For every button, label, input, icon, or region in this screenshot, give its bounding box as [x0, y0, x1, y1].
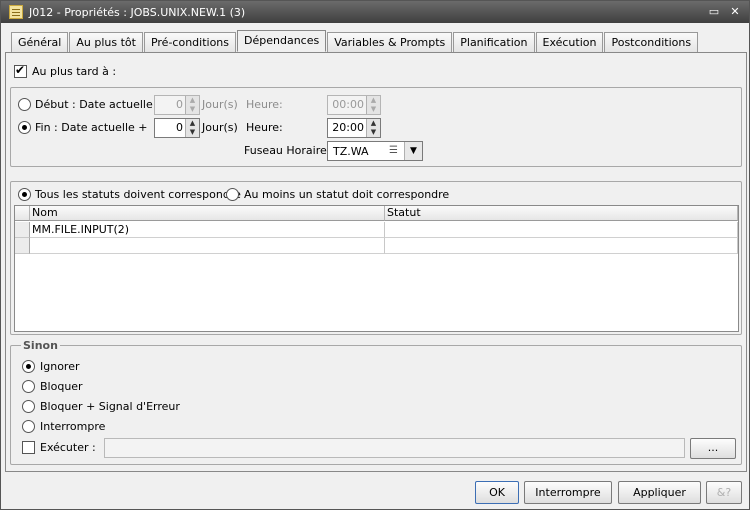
start-time-spinner[interactable]: 00:00 ▲ ▼	[327, 95, 381, 115]
tab-earliest[interactable]: Au plus tôt	[69, 32, 143, 52]
ignore-radio[interactable]	[22, 360, 35, 373]
apply-button[interactable]: Appliquer	[618, 481, 701, 504]
end-days-unit: Jour(s)	[202, 121, 238, 134]
timezone-value: TZ.WA	[333, 145, 369, 158]
block-signal-label: Bloquer + Signal d'Erreur	[40, 400, 180, 413]
any-status-label: Au moins un statut doit correspondre	[244, 188, 450, 201]
cancel-button[interactable]: Interrompre	[524, 481, 612, 504]
any-status-radio[interactable]	[226, 188, 239, 201]
end-days-spinner[interactable]: 0 ▲ ▼	[154, 118, 200, 138]
start-days-unit: Jour(s)	[202, 98, 238, 111]
end-radio[interactable]	[18, 121, 31, 134]
title-bar[interactable]: J012 - Propriétés : JOBS.UNIX.NEW.1 (3) …	[1, 1, 749, 23]
row-header[interactable]	[15, 222, 30, 238]
properties-dialog: J012 - Propriétés : JOBS.UNIX.NEW.1 (3) …	[0, 0, 750, 510]
spin-up-icon[interactable]: ▲	[186, 96, 199, 105]
start-time-label: Heure:	[246, 98, 283, 111]
tab-execution[interactable]: Exécution	[535, 32, 604, 52]
table-cell-status[interactable]	[385, 238, 738, 254]
end-time-spinner[interactable]: 20:00 ▲ ▼	[327, 118, 381, 138]
spin-down-icon[interactable]: ▼	[367, 128, 380, 137]
ok-button[interactable]: OK	[475, 481, 519, 504]
else-title: Sinon	[21, 339, 60, 352]
table-cell-name[interactable]: MM.FILE.INPUT(2)	[30, 222, 385, 238]
latest-label: Au plus tard à :	[32, 65, 117, 78]
end-days-value: 0	[176, 121, 183, 134]
help-icon: &?	[716, 486, 732, 499]
tab-scheduling[interactable]: Planification	[453, 32, 535, 52]
all-status-label: Tous les statuts doivent correspondre	[35, 188, 241, 201]
ignore-label: Ignorer	[40, 360, 80, 373]
block-signal-radio[interactable]	[22, 400, 35, 413]
table-cell-status[interactable]	[385, 222, 738, 238]
properties-icon	[9, 5, 23, 19]
execute-label: Exécuter :	[40, 441, 96, 454]
help-button[interactable]: &?	[706, 481, 742, 504]
start-days-spinner[interactable]: 0 ▲ ▼	[154, 95, 200, 115]
tab-general[interactable]: Général	[11, 32, 69, 52]
window-title: J012 - Propriétés : JOBS.UNIX.NEW.1 (3)	[29, 5, 246, 19]
timezone-label: Fuseau Horaire :	[244, 144, 334, 157]
table-cell-name[interactable]	[30, 238, 385, 254]
tab-bar: Général Au plus tôt Pré-conditions Dépen…	[11, 30, 699, 52]
abort-radio[interactable]	[22, 420, 35, 433]
end-time-label: Heure:	[246, 121, 283, 134]
chevron-down-icon[interactable]: ▼	[404, 142, 422, 160]
close-icon[interactable]: ✕	[728, 5, 742, 19]
list-icon[interactable]: ☰	[389, 145, 400, 156]
start-days-value: 0	[176, 98, 183, 111]
browse-button[interactable]: ...	[690, 438, 736, 459]
latest-checkbox[interactable]	[14, 63, 27, 78]
abort-label: Interrompre	[40, 420, 106, 433]
tab-postconditions[interactable]: Postconditions	[604, 32, 699, 52]
spin-up-icon[interactable]: ▲	[186, 119, 199, 128]
table-corner	[15, 206, 30, 221]
block-radio[interactable]	[22, 380, 35, 393]
tab-variables-prompts[interactable]: Variables & Prompts	[327, 32, 453, 52]
spin-up-icon[interactable]: ▲	[367, 119, 380, 128]
start-radio[interactable]	[18, 98, 31, 111]
else-group: Sinon Ignorer Bloquer Bloquer + Signal d…	[10, 339, 742, 465]
block-label: Bloquer	[40, 380, 83, 393]
all-status-radio[interactable]	[18, 188, 31, 201]
spin-up-icon[interactable]: ▲	[367, 96, 380, 105]
end-label: Fin : Date actuelle +	[35, 121, 148, 134]
latest-group: Début : Date actuelle + 0 ▲ ▼ Jour(s) Heu…	[10, 87, 742, 167]
tab-dependencies[interactable]: Dépendances	[237, 30, 327, 52]
column-status[interactable]: Statut	[385, 206, 738, 221]
dependencies-table[interactable]: Nom Statut MM.FILE.INPUT(2)	[14, 205, 739, 332]
execute-checkbox[interactable]	[22, 441, 35, 454]
start-time-value: 00:00	[332, 98, 364, 111]
column-name[interactable]: Nom	[30, 206, 385, 221]
restore-icon[interactable]: ▭	[707, 5, 721, 19]
timezone-select[interactable]: TZ.WA ☰ ▼	[327, 141, 423, 161]
dependencies-panel: Au plus tard à : Début : Date actuelle +…	[5, 52, 747, 472]
status-match-group: Tous les statuts doivent correspondre Au…	[10, 181, 742, 335]
tab-preconditions[interactable]: Pré-conditions	[143, 32, 237, 52]
end-time-value: 20:00	[332, 121, 364, 134]
spin-down-icon[interactable]: ▼	[186, 128, 199, 137]
spin-down-icon[interactable]: ▼	[186, 105, 199, 114]
execute-field[interactable]	[104, 438, 685, 458]
start-label: Début : Date actuelle +	[35, 98, 166, 111]
row-header[interactable]	[15, 238, 30, 254]
spin-down-icon[interactable]: ▼	[367, 105, 380, 114]
